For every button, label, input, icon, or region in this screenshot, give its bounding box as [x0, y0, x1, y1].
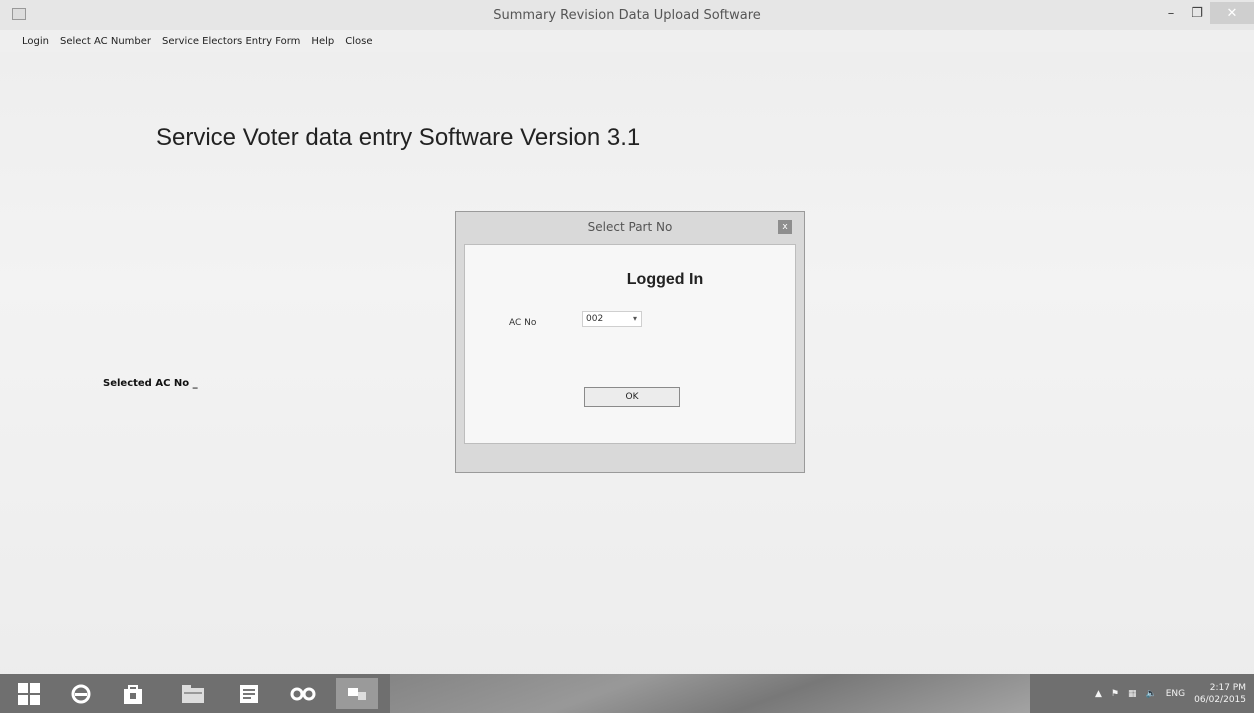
notepad-icon[interactable] — [228, 678, 270, 709]
system-tray: ▲ ⚑ ▦ 🔈 ENG 2:17 PM 06/02/2015 — [1064, 674, 1254, 713]
window-titlebar[interactable]: Summary Revision Data Upload Software – … — [0, 0, 1254, 30]
chevron-down-icon: ▾ — [632, 314, 637, 323]
menu-bar: Login Select AC Number Service Electors … — [0, 30, 1254, 52]
action-center-flag-icon[interactable]: ⚑ — [1111, 689, 1119, 699]
store-icon[interactable] — [112, 678, 154, 709]
dialog-titlebar[interactable]: Select Part No x — [456, 212, 804, 242]
window-title: Summary Revision Data Upload Software — [493, 8, 761, 23]
dialog-close-button[interactable]: x — [778, 220, 792, 234]
menu-help[interactable]: Help — [311, 36, 334, 47]
windows-start-icon[interactable] — [8, 678, 50, 709]
maximize-button[interactable]: ❐ — [1184, 2, 1210, 24]
volume-icon[interactable]: 🔈 — [1146, 689, 1157, 699]
ac-no-select[interactable]: 002 ▾ — [582, 311, 642, 327]
window-controls: – ❐ ✕ — [1158, 0, 1254, 26]
file-explorer-icon[interactable] — [172, 678, 214, 709]
menu-select-ac-number[interactable]: Select AC Number — [60, 36, 151, 47]
menu-service-electors-entry-form[interactable]: Service Electors Entry Form — [162, 36, 300, 47]
clock-time: 2:17 PM — [1209, 682, 1246, 693]
taskbar-background-art — [390, 674, 1030, 713]
dialog-body: Logged In AC No 002 ▾ OK — [464, 244, 796, 444]
select-part-dialog: Select Part No x Logged In AC No 002 ▾ O… — [455, 211, 805, 473]
app-window-icon[interactable] — [336, 678, 378, 709]
dialog-title: Select Part No — [587, 220, 673, 234]
show-hidden-icons-icon[interactable]: ▲ — [1095, 689, 1102, 699]
taskbar: ▲ ⚑ ▦ 🔈 ENG 2:17 PM 06/02/2015 — [0, 674, 1254, 713]
ok-button[interactable]: OK — [584, 387, 680, 407]
network-icon[interactable]: ▦ — [1128, 689, 1137, 699]
close-window-button[interactable]: ✕ — [1210, 2, 1254, 24]
page-title: Service Voter data entry Software Versio… — [156, 124, 641, 151]
infinity-app-icon[interactable] — [282, 678, 324, 709]
login-status: Logged In — [626, 271, 704, 288]
desktop-screen: Summary Revision Data Upload Software – … — [0, 0, 1254, 713]
clock-date: 06/02/2015 — [1194, 694, 1246, 705]
minimize-button[interactable]: – — [1158, 2, 1184, 24]
ac-no-value: 002 — [586, 314, 604, 324]
selected-ac-label: Selected AC No _ — [103, 378, 198, 389]
clock[interactable]: 2:17 PM 06/02/2015 — [1194, 682, 1246, 706]
language-indicator[interactable]: ENG — [1166, 689, 1185, 699]
menu-login[interactable]: Login — [22, 36, 49, 47]
menu-close[interactable]: Close — [345, 36, 372, 47]
internet-explorer-icon[interactable] — [60, 678, 102, 709]
ac-no-label: AC No — [509, 318, 537, 328]
